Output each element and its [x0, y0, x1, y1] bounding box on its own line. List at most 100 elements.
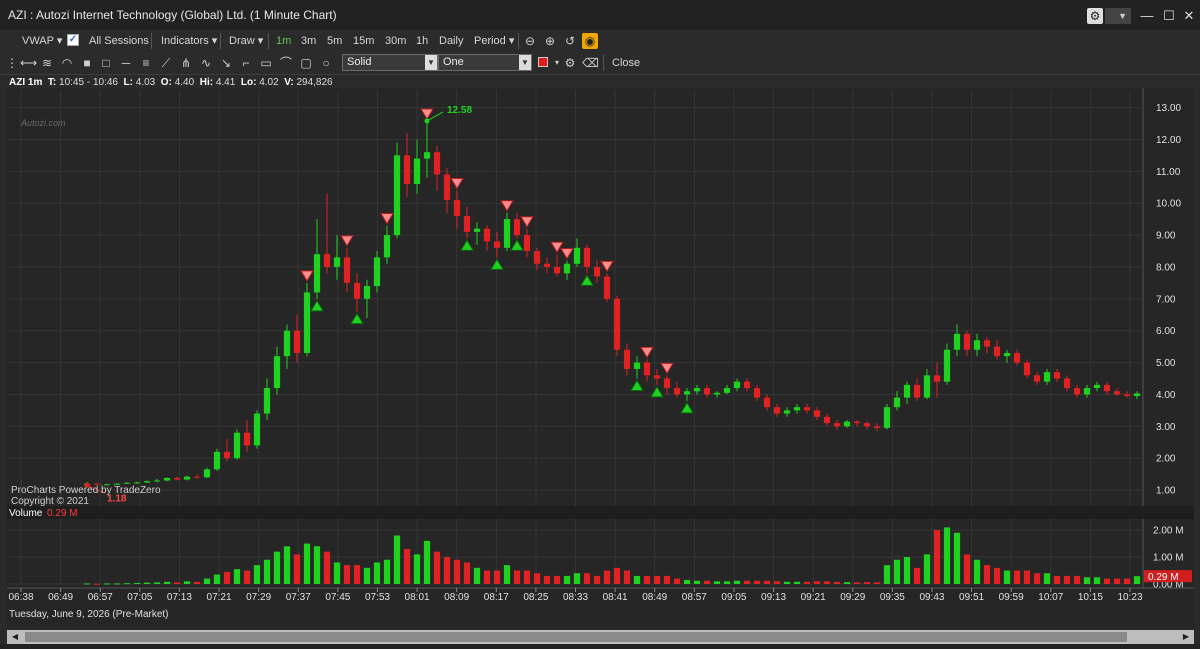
volume-bar — [83, 583, 91, 585]
l-label: L: — [123, 77, 133, 88]
grip-handle-icon[interactable]: ⋮ — [4, 55, 20, 71]
volume-label: Volume — [9, 508, 43, 519]
vwap-checkbox[interactable]: ✓ — [67, 34, 79, 46]
time-tick-label: 08:41 — [603, 592, 628, 603]
volume-bar — [593, 575, 601, 584]
line-style-select[interactable]: Solid ▼ — [342, 54, 438, 71]
timeframe-1m[interactable]: 1m — [276, 33, 291, 49]
price-tick-label: 12.00 — [1156, 135, 1181, 146]
zoom-in-icon[interactable]: ⊕ — [542, 33, 558, 49]
volume-bar — [1093, 577, 1101, 584]
maximize-button[interactable]: ☐ — [1158, 7, 1180, 25]
volume-bar — [1053, 575, 1061, 584]
close-drawing-button[interactable]: Close — [612, 55, 640, 71]
close-window-button[interactable]: ✕ — [1178, 7, 1200, 25]
volume-bar — [513, 570, 521, 584]
scrollbar-thumb[interactable] — [25, 632, 1127, 642]
candle-body — [373, 257, 381, 287]
volume-bar — [463, 562, 471, 584]
timeframe-1h[interactable]: 1h — [416, 33, 428, 49]
volume-bar — [923, 554, 931, 584]
candle-body — [823, 416, 831, 424]
period-dropdown[interactable]: Period ▾ — [474, 33, 514, 49]
time-tick-label: 09:05 — [721, 592, 746, 603]
reset-zoom-icon[interactable]: ↺ — [562, 33, 578, 49]
volume-tick-label: 1.00 M — [1153, 553, 1184, 564]
timeframe-daily[interactable]: Daily — [439, 33, 463, 49]
time-tick-label: 07:13 — [167, 592, 192, 603]
window-menu-dropdown[interactable]: ▼ — [1105, 8, 1131, 24]
hi-value: 4.41 — [215, 77, 236, 88]
volume-bar — [863, 582, 871, 584]
price-tick-label: 11.00 — [1156, 167, 1181, 178]
volume-bar — [633, 575, 641, 584]
volume-bar — [783, 581, 791, 584]
candle-body — [1103, 384, 1111, 392]
candle-body — [583, 247, 591, 267]
multi-line-icon[interactable]: ≋ — [39, 55, 55, 71]
crosshair-info-icon[interactable]: ◉ — [582, 33, 598, 49]
window-title: AZI : Autozi Internet Technology (Global… — [8, 8, 337, 22]
volume-bar — [383, 559, 391, 584]
volume-bar — [1013, 570, 1021, 584]
settings-icon[interactable]: ⚙ — [562, 55, 578, 71]
volume-bar — [493, 570, 501, 584]
settings-gear-icon[interactable]: ⚙ — [1087, 8, 1103, 24]
timeframe-5m[interactable]: 5m — [327, 33, 342, 49]
timeframe-3m[interactable]: 3m — [301, 33, 316, 49]
volume-bar — [473, 567, 481, 584]
sessions-button[interactable]: All Sessions — [89, 33, 149, 49]
timeframe-15m[interactable]: 15m — [353, 33, 374, 49]
candle-body — [923, 375, 931, 398]
volume-bar — [233, 569, 241, 584]
line-width-select[interactable]: One ▼ — [438, 54, 532, 71]
time-tick-label: 08:57 — [682, 592, 707, 603]
scroll-right-icon[interactable]: ▶ — [1179, 631, 1193, 643]
rectangle-fill-icon[interactable]: ■ — [79, 55, 95, 71]
chevron-down-icon: ▼ — [519, 55, 531, 70]
volume-bar — [313, 546, 321, 584]
line-segment-icon[interactable]: ⟷ — [20, 55, 37, 71]
watermark: Autozi.com — [20, 118, 66, 128]
square-outline-icon[interactable]: □ — [98, 55, 114, 71]
box-tool-icon[interactable]: ▢ — [298, 55, 314, 71]
pitchfork-icon[interactable]: ⋔ — [178, 55, 194, 71]
ray-tool-icon[interactable]: ↘ — [218, 55, 234, 71]
volume-bar — [123, 583, 131, 585]
horizontal-scrollbar[interactable]: ◀ ▶ — [7, 630, 1194, 644]
step-line-icon[interactable]: ⌐ — [238, 55, 254, 71]
volume-bar — [643, 575, 651, 584]
fib-levels-icon[interactable]: ≡ — [138, 55, 154, 71]
rectangle-tool-icon[interactable]: ▭ — [258, 55, 274, 71]
vwap-dropdown[interactable]: VWAP ▾ — [22, 33, 62, 49]
chart-area[interactable]: 1.00 2.00 3.00 4.00 5.00 6.00 7.00 8.00 9.00 10.0… — [7, 88, 1194, 628]
eraser-icon[interactable]: ⌫ — [582, 55, 599, 71]
scroll-left-icon[interactable]: ◀ — [8, 631, 22, 643]
indicators-dropdown[interactable]: Indicators ▾ — [161, 33, 217, 49]
candle-body — [833, 423, 841, 427]
window-bottom-edge — [0, 644, 1200, 649]
draw-dropdown[interactable]: Draw ▾ — [229, 33, 263, 49]
candle-body — [523, 235, 531, 251]
t-value: 10:45 - 10:46 — [59, 77, 118, 88]
branding-line-2: Copyright © 2021 — [11, 496, 89, 507]
time-tick-label: 07:37 — [286, 592, 311, 603]
arc-tool-icon[interactable]: ◠ — [59, 55, 75, 71]
trend-line-icon[interactable]: ⟋ — [158, 55, 174, 71]
zoom-out-icon[interactable]: ⊖ — [522, 33, 538, 49]
o-value: 4.40 — [174, 77, 195, 88]
horizontal-line-icon[interactable]: ─ — [118, 55, 134, 71]
candle-body — [933, 375, 941, 382]
volume-bar — [873, 582, 881, 584]
volume-bar — [703, 580, 711, 584]
candlestick-chart[interactable]: 1.00 2.00 3.00 4.00 5.00 6.00 7.00 8.00 9.00 10.0… — [7, 88, 1194, 628]
minimize-button[interactable]: — — [1136, 7, 1158, 25]
volume-bar — [423, 540, 431, 584]
candle-body — [753, 388, 761, 398]
circle-tool-icon[interactable]: ○ — [318, 55, 334, 71]
timeframe-30m[interactable]: 30m — [385, 33, 406, 49]
high-price-label: 12.58 — [447, 105, 472, 116]
wave-tool-icon[interactable]: ∿ — [198, 55, 214, 71]
curve-tool-icon[interactable]: ⌒ — [278, 55, 294, 71]
volume-bar — [443, 557, 451, 584]
